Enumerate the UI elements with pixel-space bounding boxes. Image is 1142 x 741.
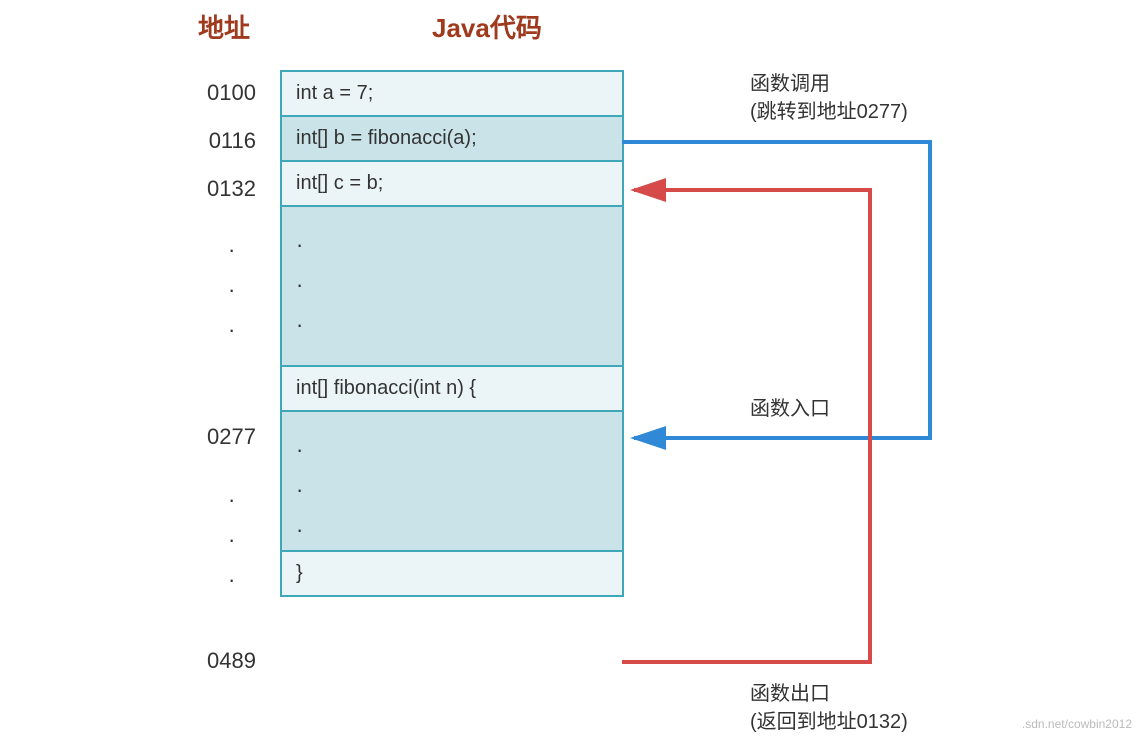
watermark: .sdn.net/cowbin2012 <box>1022 717 1132 731</box>
addr-0277: 0277 <box>196 424 256 450</box>
addr-dots-1: ··· <box>228 230 235 350</box>
addr-0100: 0100 <box>196 80 256 106</box>
header-address: 地址 <box>198 8 250 45</box>
row-0100: int a = 7; <box>282 72 622 117</box>
row-0132: int[] c = b; <box>282 162 622 207</box>
addr-0132: 0132 <box>196 176 256 202</box>
annot-exit: 函数出口 (返回到地址0132) <box>750 680 908 736</box>
addr-0489: 0489 <box>196 648 256 674</box>
annot-call: 函数调用 (跳转到地址0277) <box>750 70 908 126</box>
code-table: int a = 7; int[] b = fibonacci(a); int[]… <box>280 70 624 597</box>
row-gap-1: ··· <box>282 207 622 367</box>
header-code: Java代码 <box>432 8 542 45</box>
row-0277: int[] fibonacci(int n) { <box>282 367 622 412</box>
addr-0116: 0116 <box>196 128 256 154</box>
addr-dots-2: ··· <box>228 480 235 600</box>
row-gap-2: ··· <box>282 412 622 552</box>
annot-entry: 函数入口 <box>750 395 830 423</box>
row-0116: int[] b = fibonacci(a); <box>282 117 622 162</box>
row-0489: } <box>282 552 622 597</box>
